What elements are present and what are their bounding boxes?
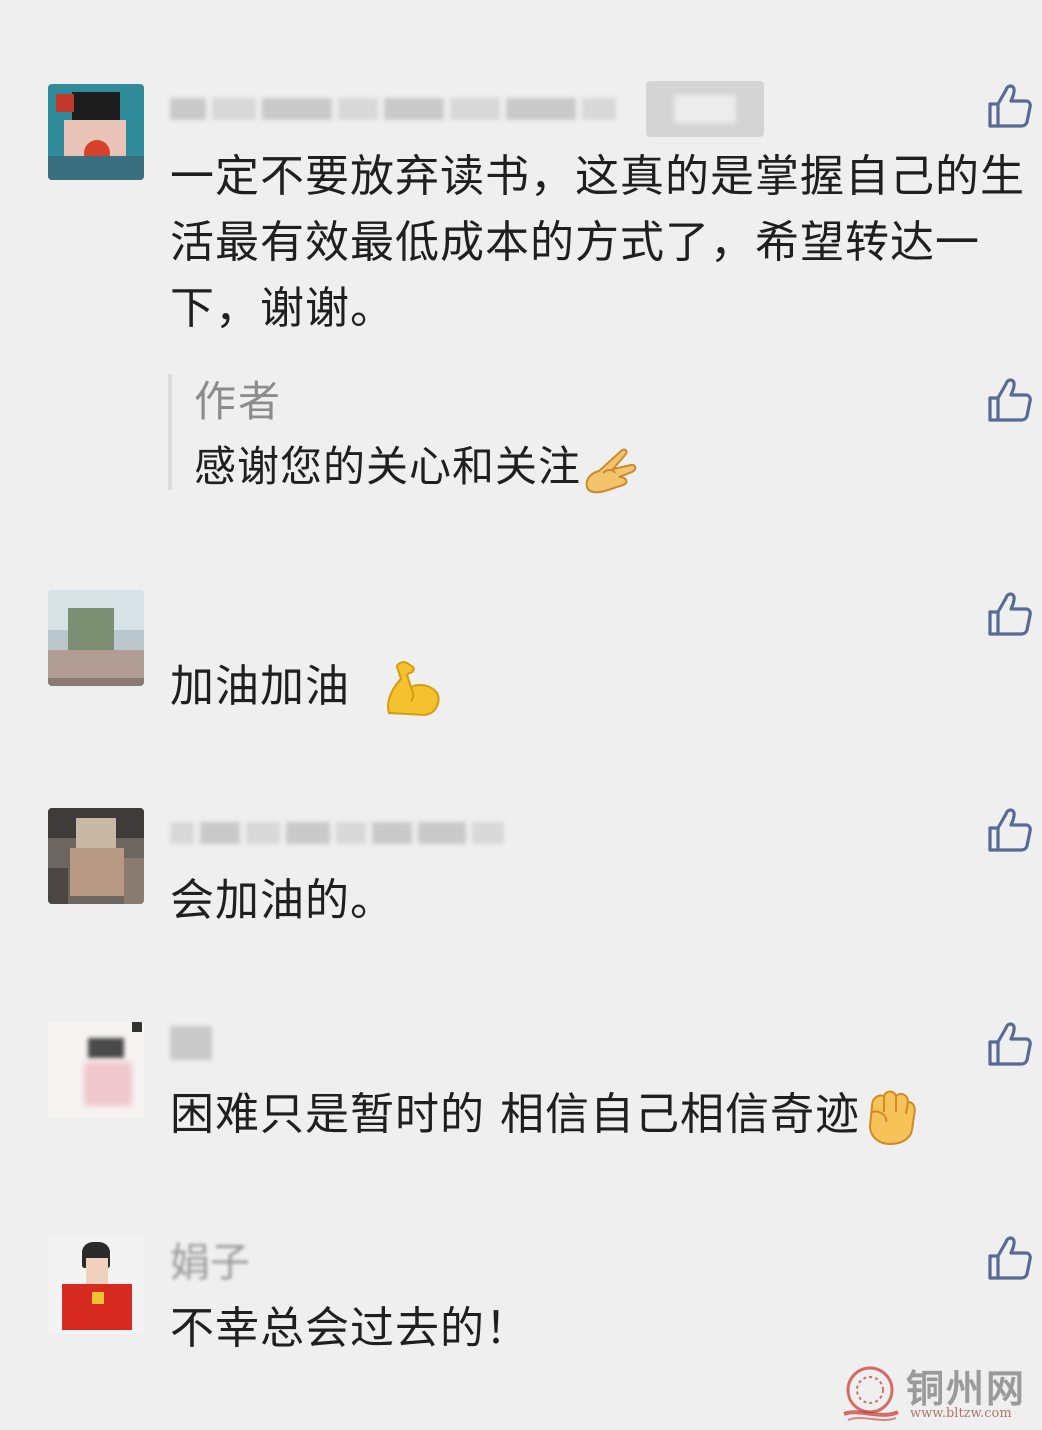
reply-text: 感谢您的关心和关注 [194,442,582,491]
avatar[interactable] [48,590,144,686]
comment-text-row: 加油加油 [170,654,1030,721]
commenter-name-text: 娟子 [170,1240,250,1286]
watermark-logo-icon [843,1366,899,1421]
comment-text: 一定不要放弃读书，这真的是掌握自己的生活最有效最低成本的方式了，希望转达一下，谢… [170,151,1025,334]
avatar[interactable] [48,1238,144,1334]
ok-hand-emoji [585,448,637,493]
commenter-name-blurred [170,81,764,137]
thumbs-up-icon[interactable] [986,376,1034,424]
commenter-name-blurred [170,810,504,856]
watermark-url: www.bltzw.com [910,1406,1012,1421]
thumbs-up-icon[interactable] [986,1020,1034,1068]
commenter-name: 娟子 [170,1236,250,1286]
reply-text-row: 感谢您的关心和关注 [194,430,639,504]
comment-text: 困难只是暂时的 相信自己相信奇迹 [170,1089,860,1140]
thumbs-up-icon[interactable] [986,590,1034,638]
raised-fist-emoji [868,1090,916,1146]
commenter-name-blurred [170,1020,212,1066]
flexed-biceps-emoji [387,661,440,717]
author-reply: 作者 感谢您的关心和关注 [168,374,639,493]
avatar[interactable] [48,84,144,180]
comment-text-row: 困难只是暂时的 相信自己相信奇迹 [170,1082,1030,1148]
thumbs-up-icon[interactable] [986,806,1034,854]
avatar[interactable] [48,1022,144,1118]
blurred-badge [646,81,764,137]
comment-text: 不幸总会过去的！ [170,1303,530,1354]
avatar[interactable] [48,808,144,904]
thumbs-up-icon[interactable] [986,82,1034,130]
comment-text: 会加油的。 [170,875,395,926]
site-watermark: 铜州网 www.bltzw.com [838,1362,1038,1426]
thumbs-up-icon[interactable] [986,1234,1034,1282]
reply-author: 作者 [194,377,283,426]
watermark-title: 铜州网 [906,1366,1027,1411]
comment-text: 加油加油 [170,661,350,712]
